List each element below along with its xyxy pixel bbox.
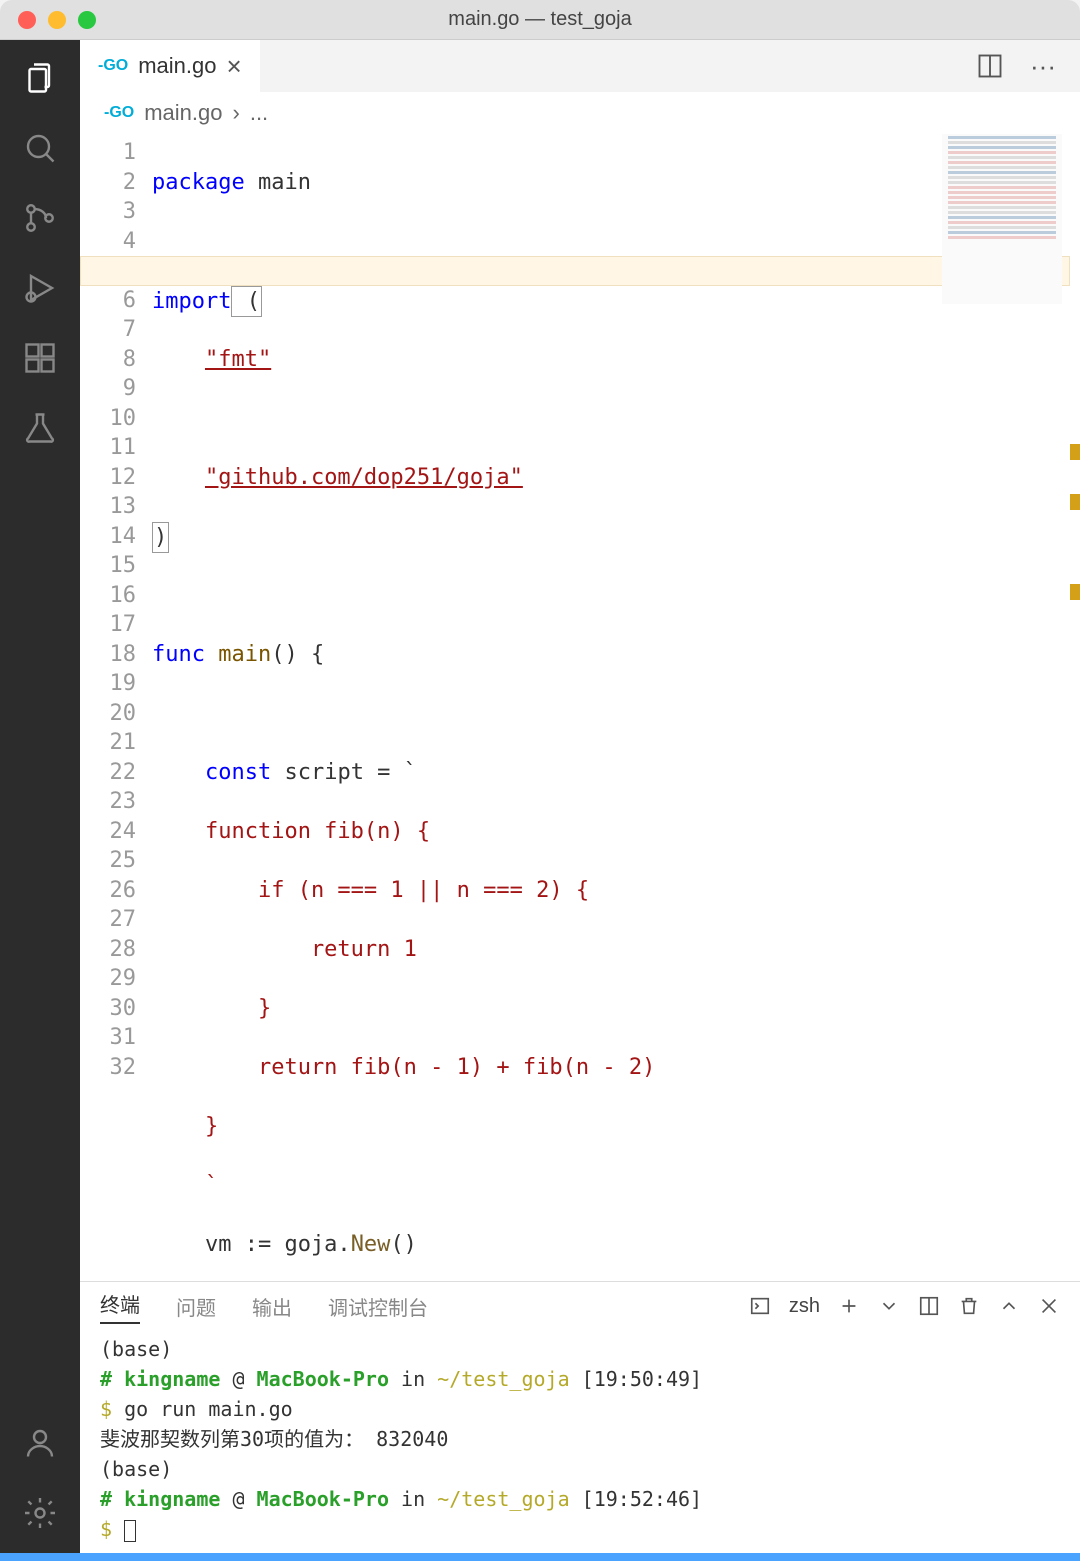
split-terminal-icon[interactable]: [918, 1295, 940, 1317]
close-window-button[interactable]: [18, 11, 36, 29]
tab-output[interactable]: 输出: [252, 1292, 292, 1321]
search-icon[interactable]: [22, 130, 58, 166]
trash-icon[interactable]: [958, 1295, 980, 1317]
go-file-icon: -GO: [104, 104, 134, 122]
code-area[interactable]: package main import ( "fmt" "github.com/…: [152, 134, 1080, 1281]
source-control-icon[interactable]: [22, 200, 58, 236]
titlebar: main.go — test_goja: [0, 0, 1080, 40]
breadcrumb-file: main.go: [144, 100, 222, 126]
activity-bar: [0, 40, 80, 1561]
tab-problems[interactable]: 问题: [176, 1292, 216, 1321]
run-debug-icon[interactable]: [22, 270, 58, 306]
explorer-icon[interactable]: [22, 60, 58, 96]
close-panel-icon[interactable]: [1038, 1295, 1060, 1317]
tab-debug-console[interactable]: 调试控制台: [328, 1292, 428, 1321]
terminal-cursor: [124, 1520, 136, 1542]
minimize-window-button[interactable]: [48, 11, 66, 29]
panel-tabs: 终端 问题 输出 调试控制台 zsh: [80, 1282, 1080, 1330]
new-terminal-icon[interactable]: [838, 1295, 860, 1317]
terminal-panel: 终端 问题 输出 调试控制台 zsh (base) # kingname @ M…: [80, 1281, 1080, 1561]
line-gutter: 1234567891011121314151617181920212223242…: [80, 134, 152, 1281]
tab-terminal[interactable]: 终端: [100, 1289, 140, 1324]
traffic-lights: [0, 11, 96, 29]
tab-bar: -GO main.go × ···: [80, 40, 1080, 92]
editor[interactable]: 1234567891011121314151617181920212223242…: [80, 134, 1080, 1281]
terminal-content[interactable]: (base) # kingname @ MacBook-Pro in ~/tes…: [80, 1330, 1080, 1561]
scroll-marker: [1070, 584, 1080, 600]
close-icon[interactable]: ×: [227, 51, 242, 82]
account-icon[interactable]: [22, 1425, 58, 1461]
dock-bottom-edge: [0, 1553, 1080, 1561]
chevron-up-icon[interactable]: [998, 1295, 1020, 1317]
scroll-marker: [1070, 494, 1080, 510]
window-title: main.go — test_goja: [448, 8, 631, 31]
breadcrumb[interactable]: -GO main.go › ...: [80, 92, 1080, 134]
tab-label: main.go: [138, 53, 216, 79]
minimap[interactable]: [942, 134, 1062, 304]
more-actions-icon[interactable]: ···: [1030, 51, 1056, 82]
split-editor-icon[interactable]: [976, 52, 1004, 80]
terminal-launch-icon[interactable]: [749, 1295, 771, 1317]
shell-name[interactable]: zsh: [789, 1295, 820, 1318]
flask-icon[interactable]: [22, 410, 58, 446]
maximize-window-button[interactable]: [78, 11, 96, 29]
extensions-icon[interactable]: [22, 340, 58, 376]
chevron-down-icon[interactable]: [878, 1295, 900, 1317]
scroll-marker: [1070, 444, 1080, 460]
tab-main-go[interactable]: -GO main.go ×: [80, 40, 260, 92]
settings-gear-icon[interactable]: [22, 1495, 58, 1531]
breadcrumb-more: ...: [250, 100, 268, 126]
go-file-icon: -GO: [98, 57, 128, 75]
